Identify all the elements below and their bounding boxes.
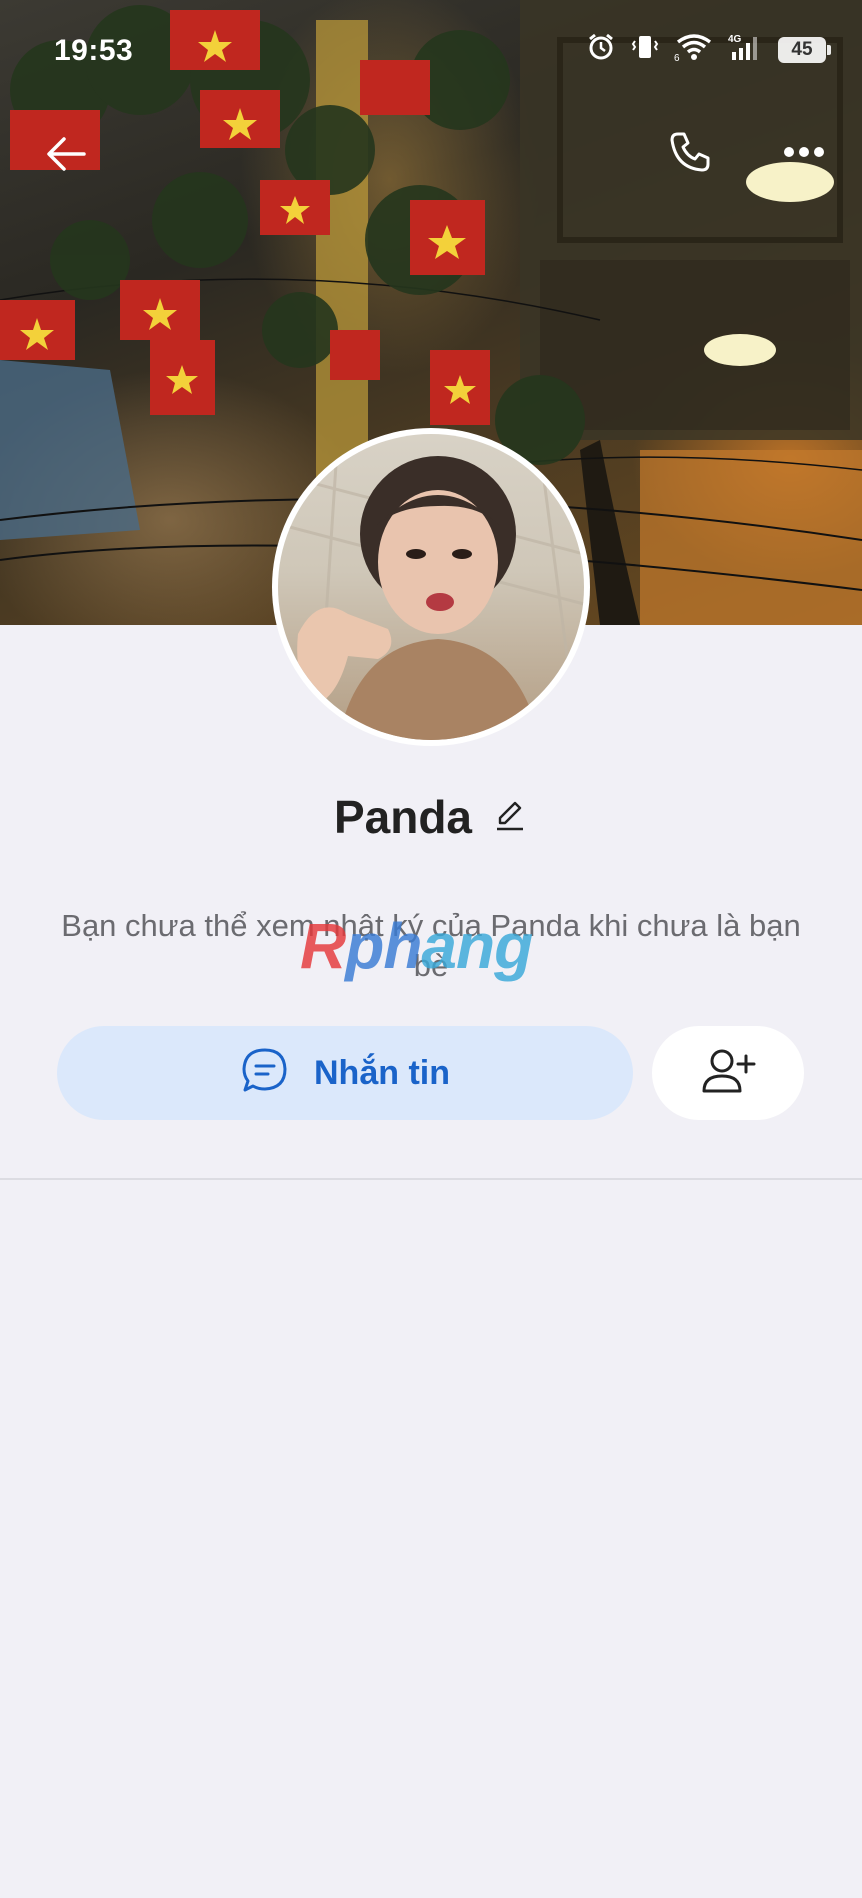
svg-text:6: 6 <box>674 53 680 62</box>
add-friend-button[interactable] <box>652 1026 804 1120</box>
battery-icon: 45 <box>778 36 831 63</box>
profile-name: Panda <box>333 791 473 843</box>
message-button[interactable]: Nhắn tin <box>57 1026 633 1120</box>
avatar-photo <box>278 434 584 740</box>
privacy-notice: Bạn chưa thể xem nhật ký của Panda khi c… <box>61 908 801 983</box>
vibrate-icon <box>630 32 660 67</box>
back-arrow-icon <box>44 132 88 181</box>
svg-text:4G: 4G <box>728 34 742 45</box>
phone-icon <box>666 128 714 181</box>
wifi-icon: 6 <box>674 32 714 67</box>
more-options-icon <box>782 144 826 165</box>
status-icons: 6 4G 45 <box>586 32 831 67</box>
chat-bubble-icon <box>240 1046 290 1101</box>
section-divider <box>0 1178 862 1180</box>
cellular-4g-icon: 4G <box>728 32 764 67</box>
edit-name-button[interactable] <box>492 799 528 835</box>
avatar[interactable] <box>272 428 590 746</box>
call-button[interactable] <box>662 126 718 182</box>
alarm-icon <box>586 32 616 67</box>
profile-name-row: Panda <box>0 790 862 844</box>
pencil-icon <box>493 798 527 837</box>
back-button[interactable] <box>38 128 94 184</box>
status-bar: 19:53 6 4G 45 <box>0 0 862 100</box>
status-time: 19:53 <box>54 34 134 67</box>
more-options-button[interactable] <box>776 126 832 182</box>
add-friend-icon <box>700 1046 756 1101</box>
message-button-label: Nhắn tin <box>314 1053 450 1092</box>
